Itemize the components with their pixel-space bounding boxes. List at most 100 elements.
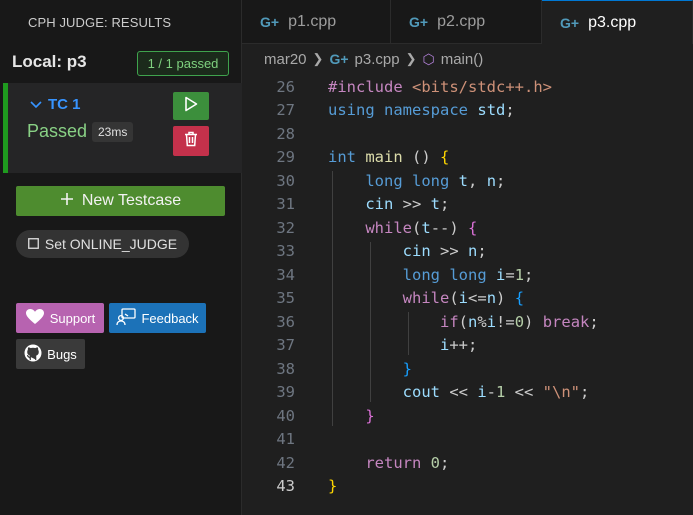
line-number: 30 (276, 171, 295, 190)
tab-label: p3.cpp (588, 13, 637, 31)
testcase-time-badge: 23ms (92, 122, 134, 142)
code-line[interactable]: 31 cin >> t; (242, 193, 693, 217)
line-number: 35 (276, 289, 295, 308)
feedback-label: Feedback (141, 310, 199, 326)
code-line[interactable]: 38 } (242, 357, 693, 381)
line-number: 29 (276, 148, 295, 167)
tab-p2-cpp[interactable]: G+ p2.cpp (391, 0, 542, 44)
cpp-file-icon: G+ (260, 14, 280, 30)
tab-p1-cpp[interactable]: G+ p1.cpp (242, 0, 391, 44)
code-line[interactable]: 42 return 0; (242, 451, 693, 475)
line-number: 34 (276, 265, 295, 284)
code-line[interactable]: 29 int main () { (242, 146, 693, 170)
breadcrumb-file[interactable]: p3.cpp (355, 51, 400, 68)
code-line[interactable]: 34 long long i=1; (242, 263, 693, 287)
cpp-file-icon: G+ (409, 14, 429, 30)
code-text: while(i<=n) { (402, 289, 525, 308)
code-line[interactable]: 37 i++; (242, 334, 693, 358)
delete-testcase-button[interactable] (173, 126, 209, 156)
method-cube-icon: ⬡ (422, 50, 435, 67)
line-number: 39 (276, 383, 295, 402)
testcase-status: Passed (27, 121, 88, 141)
testcase-name: TC 1 (48, 96, 81, 113)
code-text: while(t--) { (365, 218, 478, 237)
indent-guide (408, 312, 409, 355)
code-text: } (328, 477, 338, 496)
code-text: using namespace std; (328, 101, 515, 120)
code-line[interactable]: 27 using namespace std; (242, 99, 693, 123)
line-number: 33 (276, 242, 295, 261)
breadcrumb: mar20 ❯ G+ p3.cpp ❯ ⬡ main() (242, 44, 693, 74)
line-number: 32 (276, 218, 295, 237)
line-number: 28 (276, 124, 295, 143)
local-problem-title: Local: p3 (12, 52, 87, 71)
indent-guide (332, 171, 333, 426)
play-icon (184, 96, 198, 117)
feedback-icon (116, 307, 137, 329)
code-text: long long t, n; (365, 171, 506, 190)
run-testcase-button[interactable] (173, 92, 209, 120)
support-label: Support (49, 310, 96, 326)
indent-guide (370, 241, 371, 402)
code-text: long long i=1; (402, 265, 534, 284)
code-text: } (365, 406, 375, 425)
online-judge-label: Set ONLINE_JUDGE (44, 236, 178, 252)
code-text: cin >> n; (402, 242, 487, 261)
bugs-button[interactable]: Bugs (16, 339, 85, 369)
line-number: 26 (276, 77, 295, 96)
code-editor[interactable]: 26 #include <bits/stdc++.h> 27 using namesp… (242, 74, 693, 515)
bugs-label: Bugs (47, 346, 77, 362)
line-number: 38 (276, 359, 295, 378)
line-number: 41 (276, 430, 295, 449)
testcase-toggle[interactable]: TC 1 (30, 96, 81, 113)
line-number: 37 (276, 336, 295, 355)
code-line[interactable]: 28 (242, 122, 693, 146)
code-text: cout << i-1 << "\n"; (402, 383, 590, 402)
code-line[interactable]: 32 while(t--) { (242, 216, 693, 240)
panel-title: CPH JUDGE: RESULTS (28, 15, 172, 30)
code-text: return 0; (365, 453, 450, 472)
line-number: 27 (276, 101, 295, 120)
line-number: 36 (276, 312, 295, 331)
code-line[interactable]: 35 while(i<=n) { (242, 287, 693, 311)
code-line[interactable]: 26 #include <bits/stdc++.h> (242, 75, 693, 99)
github-icon (24, 344, 42, 365)
breadcrumb-folder[interactable]: mar20 (264, 51, 307, 68)
testcase-card: TC 1 Passed 23ms (3, 83, 242, 173)
code-text: cin >> t; (365, 195, 450, 214)
trash-icon (184, 131, 198, 152)
code-line[interactable]: 43} (242, 475, 693, 499)
new-testcase-label: New Testcase (81, 192, 182, 209)
editor-tab-bar: G+ p1.cpp G+ p2.cpp G+ p3.cpp (242, 0, 693, 44)
line-number: 42 (276, 453, 295, 472)
plus-icon (60, 192, 74, 211)
code-line[interactable]: 39 cout << i-1 << "\n"; (242, 381, 693, 405)
tab-p3-cpp[interactable]: G+ p3.cpp (542, 0, 693, 44)
support-button[interactable]: Support (16, 303, 104, 333)
code-text: #include <bits/stdc++.h> (328, 77, 552, 96)
checkbox-icon (27, 236, 39, 252)
tab-label: p1.cpp (288, 13, 337, 30)
code-line[interactable]: 33 cin >> n; (242, 240, 693, 264)
feedback-button[interactable]: Feedback (109, 303, 206, 333)
cpp-file-icon: G+ (560, 14, 580, 31)
heart-icon (25, 308, 45, 328)
code-text: if(n%i!=0) break; (439, 312, 599, 331)
chevron-right-icon: ❯ (312, 51, 324, 66)
line-number: 43 (276, 477, 295, 496)
set-online-judge-toggle[interactable]: Set ONLINE_JUDGE (16, 230, 189, 258)
code-line[interactable]: 30 long long t, n; (242, 169, 693, 193)
breadcrumb-symbol[interactable]: main() (441, 51, 484, 68)
code-text: int main () { (328, 148, 450, 167)
line-number: 31 (276, 195, 295, 214)
code-line[interactable]: 41 (242, 428, 693, 452)
line-number: 40 (276, 406, 295, 425)
code-text: i++; (439, 336, 478, 355)
code-line[interactable]: 40 } (242, 404, 693, 428)
cph-results-panel: CPH JUDGE: RESULTS Local: p3 1 / 1 passe… (0, 0, 242, 515)
passed-count-badge: 1 / 1 passed (137, 51, 229, 76)
new-testcase-button[interactable]: New Testcase (16, 186, 225, 216)
chevron-down-icon (30, 98, 42, 112)
cpp-file-icon: G+ (329, 51, 349, 67)
code-line[interactable]: 36 if(n%i!=0) break; (242, 310, 693, 334)
